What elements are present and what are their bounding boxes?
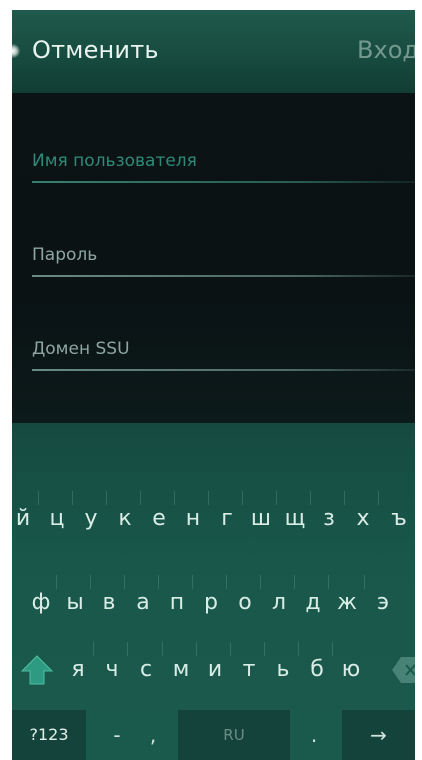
key-divider — [124, 575, 125, 589]
key-divider — [332, 642, 333, 656]
key-divider — [140, 491, 141, 505]
key-divider — [38, 491, 39, 505]
key-divider — [56, 575, 57, 589]
key-divider — [276, 491, 277, 505]
key-divider — [328, 575, 329, 589]
password-placeholder[interactable]: Пароль — [32, 245, 97, 265]
cancel-button[interactable]: Отменить — [32, 36, 159, 64]
domain-field[interactable]: Домен SSU — [32, 339, 415, 383]
key-г[interactable]: г — [212, 489, 242, 549]
key-ы[interactable]: ы — [60, 573, 90, 633]
enter-arrow-icon: → — [370, 723, 387, 747]
key-с[interactable]: с — [131, 640, 161, 700]
domain-placeholder[interactable]: Домен SSU — [32, 339, 130, 359]
login-button[interactable]: Вход — [357, 36, 415, 64]
header-bar: Отменить Вход — [12, 10, 415, 93]
keyboard-row-3: я ч с м и т ь б ю — [12, 640, 415, 700]
key-х[interactable]: х — [348, 489, 378, 549]
login-form: Имя пользователя Пароль Домен SSU — [12, 93, 415, 423]
key-ь[interactable]: ь — [268, 640, 298, 700]
key-р[interactable]: р — [196, 573, 226, 633]
key-divider — [260, 575, 261, 589]
key-ш[interactable]: ш — [246, 489, 276, 549]
key-т[interactable]: т — [234, 640, 264, 700]
key-divider — [90, 575, 91, 589]
login-screen: Отменить Вход Имя пользователя Пароль До… — [12, 10, 415, 760]
key-divider — [378, 491, 379, 505]
backspace-key[interactable] — [391, 654, 415, 686]
key-ъ[interactable]: ъ — [384, 489, 414, 549]
key-divider — [192, 575, 193, 589]
key-ч[interactable]: ч — [97, 640, 127, 700]
key-я[interactable]: я — [63, 640, 93, 700]
key-divider — [196, 642, 197, 656]
key-к[interactable]: к — [110, 489, 140, 549]
key-divider — [242, 491, 243, 505]
key-divider — [106, 491, 107, 505]
key-divider — [310, 491, 311, 505]
dash-key[interactable]: - — [104, 710, 130, 760]
key-divider — [226, 575, 227, 589]
key-б[interactable]: б — [302, 640, 332, 700]
key-ф[interactable]: ф — [26, 573, 56, 633]
key-divider — [158, 575, 159, 589]
key-з[interactable]: з — [314, 489, 344, 549]
key-divider — [364, 575, 365, 589]
key-э[interactable]: э — [368, 573, 398, 633]
key-divider — [93, 642, 94, 656]
spacebar-key[interactable]: RU — [178, 710, 290, 760]
key-divider — [174, 491, 175, 505]
key-divider — [127, 642, 128, 656]
domain-underline — [32, 369, 415, 371]
password-underline — [32, 275, 415, 277]
key-щ[interactable]: щ — [280, 489, 310, 549]
username-placeholder[interactable]: Имя пользователя — [32, 151, 197, 171]
key-divider — [298, 642, 299, 656]
key-м[interactable]: м — [166, 640, 196, 700]
key-а[interactable]: а — [128, 573, 158, 633]
key-divider — [230, 642, 231, 656]
pulley-indicator-icon — [12, 44, 20, 58]
keyboard-bottom-row: ?123 - , RU . → — [12, 710, 415, 760]
symbols-key[interactable]: ?123 — [12, 710, 86, 760]
period-key[interactable]: . — [302, 710, 326, 760]
comma-key[interactable]: , — [140, 710, 166, 760]
key-и[interactable]: и — [200, 640, 230, 700]
enter-key[interactable]: → — [342, 710, 415, 760]
username-field[interactable]: Имя пользователя — [32, 151, 415, 195]
username-underline — [32, 181, 415, 183]
key-в[interactable]: в — [94, 573, 124, 633]
key-ж[interactable]: ж — [332, 573, 362, 633]
key-divider — [264, 642, 265, 656]
key-divider — [208, 491, 209, 505]
key-о[interactable]: о — [230, 573, 260, 633]
key-д[interactable]: д — [298, 573, 328, 633]
key-ю[interactable]: ю — [336, 640, 366, 700]
keyboard-row-2: ф ы в а п р о л д ж э — [12, 573, 415, 633]
key-й[interactable]: й — [12, 489, 38, 549]
backspace-icon — [392, 657, 415, 683]
keyboard-row-1: й ц у к е н г ш щ з х ъ — [12, 489, 415, 549]
password-field[interactable]: Пароль — [32, 245, 415, 289]
key-divider — [72, 491, 73, 505]
key-у[interactable]: у — [76, 489, 106, 549]
key-п[interactable]: п — [162, 573, 192, 633]
key-н[interactable]: н — [178, 489, 208, 549]
key-л[interactable]: л — [264, 573, 294, 633]
virtual-keyboard: й ц у к е н г ш щ з х ъ ф ы в а п р о л … — [12, 423, 415, 760]
key-ц[interactable]: ц — [42, 489, 72, 549]
key-divider — [294, 575, 295, 589]
key-divider — [162, 642, 163, 656]
key-divider — [344, 491, 345, 505]
key-е[interactable]: е — [144, 489, 174, 549]
